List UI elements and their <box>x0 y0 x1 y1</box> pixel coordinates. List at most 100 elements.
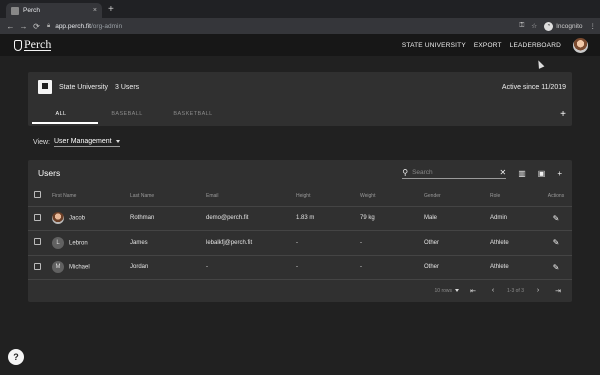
tab-close-icon[interactable]: × <box>93 7 97 14</box>
height: - <box>296 255 360 280</box>
last-page-icon[interactable]: ⇥ <box>552 287 564 295</box>
first-name: Lebron <box>69 240 88 247</box>
add-user-button[interactable]: + <box>557 169 562 178</box>
first-page-icon[interactable]: ⇤ <box>467 287 479 295</box>
height: - <box>296 230 360 256</box>
browser-tabstrip: Perch × + <box>0 0 600 18</box>
row-checkbox[interactable] <box>34 238 41 246</box>
weight: - <box>360 230 424 256</box>
edit-icon[interactable]: ✎ <box>553 214 560 223</box>
col-first-name[interactable]: First Name <box>52 186 130 207</box>
next-page-icon[interactable]: › <box>532 287 544 294</box>
org-card: State University 3 Users Active since 11… <box>28 72 572 126</box>
last-name: Rothman <box>130 206 206 231</box>
search-placeholder: Search <box>412 169 433 176</box>
gender: Other <box>424 230 490 256</box>
org-name: State University <box>59 83 109 91</box>
gender: Other <box>424 255 490 280</box>
incognito-indicator[interactable]: ◔ Incognito <box>544 21 583 31</box>
reload-icon[interactable]: ⟳ <box>30 22 43 31</box>
row-checkbox[interactable] <box>34 262 41 270</box>
caret-down-icon <box>455 289 460 292</box>
rows-per-page-select[interactable]: 10 rows <box>435 288 460 294</box>
email: - <box>206 255 296 280</box>
table-header-row: First Name Last Name Email Height Weight… <box>28 186 572 207</box>
email: lebalkfj@perch.fit <box>206 230 296 256</box>
logo-text: Perch <box>24 37 52 51</box>
help-button[interactable]: ? <box>8 349 24 365</box>
address-bar[interactable]: 🔒︎ app.perch.fit/org-admin <box>47 21 519 32</box>
page-range: 1-3 of 3 <box>507 287 524 294</box>
nav-state-university[interactable]: STATE UNIVERSITY <box>402 42 466 49</box>
top-nav: STATE UNIVERSITY EXPORT LEADERBOARD <box>402 37 588 53</box>
lock-icon: 🔒︎ <box>47 22 51 29</box>
table-row: L Lebron James lebalkfj@perch.fit - - Oth… <box>28 230 572 256</box>
nav-leaderboard[interactable]: LEADERBOARD <box>510 42 561 49</box>
favicon-icon <box>11 6 19 15</box>
role: Admin <box>490 206 540 231</box>
tab-baseball[interactable]: BASEBALL <box>94 111 160 117</box>
weight: 79 kg <box>360 206 424 231</box>
app-header: Perch STATE UNIVERSITY EXPORT LEADERBOAR… <box>0 34 600 56</box>
first-name: Michael <box>69 264 90 271</box>
perch-logo[interactable]: Perch <box>14 37 52 51</box>
clear-search-icon[interactable]: ✕ <box>500 168 507 177</box>
role: Athlete <box>490 255 540 280</box>
last-name: James <box>130 230 206 256</box>
star-icon[interactable]: ☆ <box>531 22 537 30</box>
new-tab-button[interactable]: + <box>108 4 114 15</box>
edit-icon[interactable]: ✎ <box>553 238 560 247</box>
browser-tab[interactable]: Perch × <box>6 3 102 18</box>
col-email[interactable]: Email <box>206 186 296 207</box>
table-row: Jacob Rothman demo@perch.fit 1.83 m 79 k… <box>28 206 572 231</box>
image-icon[interactable]: ▣ <box>538 169 546 178</box>
user-avatar[interactable] <box>573 37 588 53</box>
rows-per-page-label: 10 rows <box>434 287 453 294</box>
prev-page-icon[interactable]: ‹ <box>487 287 499 294</box>
col-role[interactable]: Role <box>490 186 540 207</box>
users-title: Users <box>38 168 61 178</box>
org-users-count: 3 Users <box>115 83 140 91</box>
add-team-button[interactable]: + <box>560 109 566 120</box>
url-host: app.perch.fit <box>55 22 91 30</box>
tab-basketball[interactable]: BASKETBALL <box>160 111 226 117</box>
view-selected: User Management <box>54 138 112 145</box>
avatar: M <box>52 261 64 274</box>
pagination: 10 rows ⇤ ‹ 1-3 of 3 › ⇥ <box>28 280 572 301</box>
col-last-name[interactable]: Last Name <box>130 186 206 207</box>
weight: - <box>360 255 424 280</box>
table-row: M Michael Jordan - - - Other Athlete ✎ <box>28 255 572 280</box>
col-weight[interactable]: Weight <box>360 186 424 207</box>
nav-export[interactable]: EXPORT <box>474 42 502 49</box>
caret-down-icon <box>115 140 120 143</box>
browser-menu-icon[interactable]: ⋮ <box>590 22 597 30</box>
back-arrow-icon[interactable]: ← <box>4 22 17 31</box>
org-logo-icon <box>38 80 52 94</box>
col-height[interactable]: Height <box>296 186 360 207</box>
forward-arrow-icon[interactable]: → <box>17 22 30 31</box>
col-gender[interactable]: Gender <box>424 186 490 207</box>
search-input[interactable]: ⚲ Search ✕ <box>402 167 507 179</box>
edit-icon[interactable]: ✎ <box>553 263 560 272</box>
view-label: View: <box>33 139 50 146</box>
col-actions: Actions <box>540 186 572 207</box>
row-checkbox[interactable] <box>34 213 41 221</box>
last-name: Jordan <box>130 255 206 280</box>
view-selector: View: User Management <box>33 138 120 147</box>
columns-icon[interactable]: ▥ <box>518 169 526 178</box>
gender: Male <box>424 206 490 231</box>
role: Athlete <box>490 230 540 256</box>
view-dropdown[interactable]: User Management <box>54 138 120 147</box>
url-path: /org-admin <box>90 22 123 30</box>
avatar: L <box>52 236 64 249</box>
tab-all[interactable]: ALL <box>28 111 94 117</box>
height: 1.83 m <box>296 206 360 231</box>
email: demo@perch.fit <box>206 206 296 231</box>
key-icon[interactable]: ⚿ <box>519 22 524 30</box>
browser-toolbar: ← → ⟳ 🔒︎ app.perch.fit/org-admin ⚿ ☆ ◔ I… <box>0 18 600 34</box>
main-content: State University 3 Users Active since 11… <box>0 56 600 375</box>
select-all-checkbox[interactable] <box>34 191 41 199</box>
users-card: Users ⚲ Search ✕ ▥ ▣ + First Name Last N… <box>28 160 572 302</box>
incognito-label: Incognito <box>556 22 583 30</box>
first-name: Jacob <box>69 215 86 222</box>
